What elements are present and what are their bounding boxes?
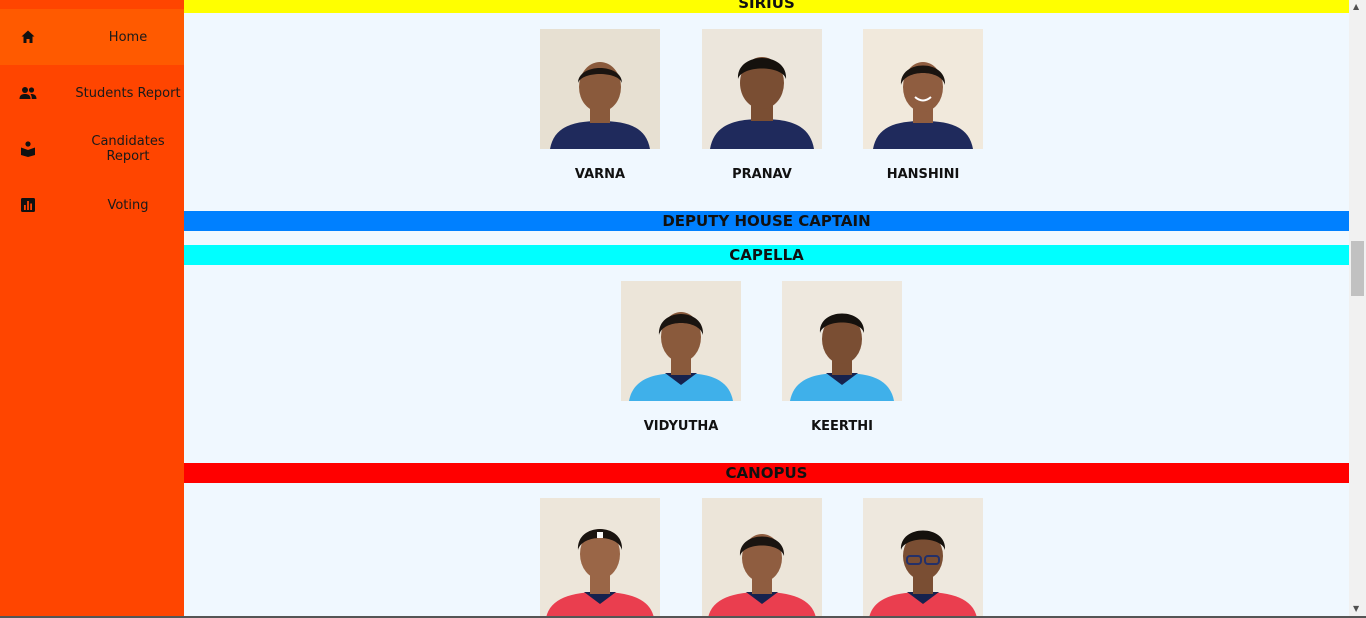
candidate-name: VIDYUTHA: [643, 419, 719, 434]
house-header-canopus: CANOPUS: [184, 463, 1349, 483]
bar-chart-icon: [19, 196, 37, 214]
sidebar-item-students-report[interactable]: Students Report: [0, 65, 184, 121]
candidate-name: KEERTHI: [811, 419, 873, 434]
candidate-photo[interactable]: [863, 29, 983, 149]
candidate-name: PRANAV: [732, 167, 792, 182]
sidebar-item-label: Home: [108, 29, 148, 45]
candidates-content: SIRIUS VARNA PRANAV HANSHINI DEPUTY HOUS…: [184, 0, 1349, 618]
candidate-photo[interactable]: [702, 29, 822, 149]
scroll-up-icon[interactable]: ▲: [1353, 2, 1359, 11]
scrollbar-thumb[interactable]: [1351, 241, 1364, 296]
position-header: DEPUTY HOUSE CAPTAIN: [184, 211, 1349, 231]
sidebar-item-label: Candidates Report: [91, 134, 165, 164]
sidebar-item-voting[interactable]: Voting: [0, 177, 184, 233]
candidate-photo[interactable]: [863, 498, 983, 618]
candidate-name: VARNA: [574, 167, 626, 182]
candidate-photo[interactable]: [540, 498, 660, 618]
candidate-name: HANSHINI: [886, 167, 960, 182]
house-header-capella: CAPELLA: [184, 245, 1349, 265]
sidebar-item-candidates-report[interactable]: Candidates Report: [0, 121, 184, 177]
book-reader-icon: [19, 140, 37, 158]
scroll-down-icon[interactable]: ▼: [1353, 604, 1359, 613]
sidebar: Home Students Report Candidates Report V…: [0, 0, 184, 618]
sidebar-item-label: Students Report: [75, 85, 181, 101]
sidebar-item-label: Voting: [107, 197, 149, 213]
candidate-photo[interactable]: [540, 29, 660, 149]
candidate-photo[interactable]: [621, 281, 741, 401]
house-header-sirius: SIRIUS: [184, 0, 1349, 13]
vertical-scrollbar[interactable]: ▲ ▼: [1349, 0, 1366, 618]
candidate-photo[interactable]: [702, 498, 822, 618]
sidebar-item-home[interactable]: Home: [0, 9, 184, 65]
candidate-photo[interactable]: [782, 281, 902, 401]
users-icon: [19, 84, 37, 102]
home-icon: [19, 28, 37, 46]
